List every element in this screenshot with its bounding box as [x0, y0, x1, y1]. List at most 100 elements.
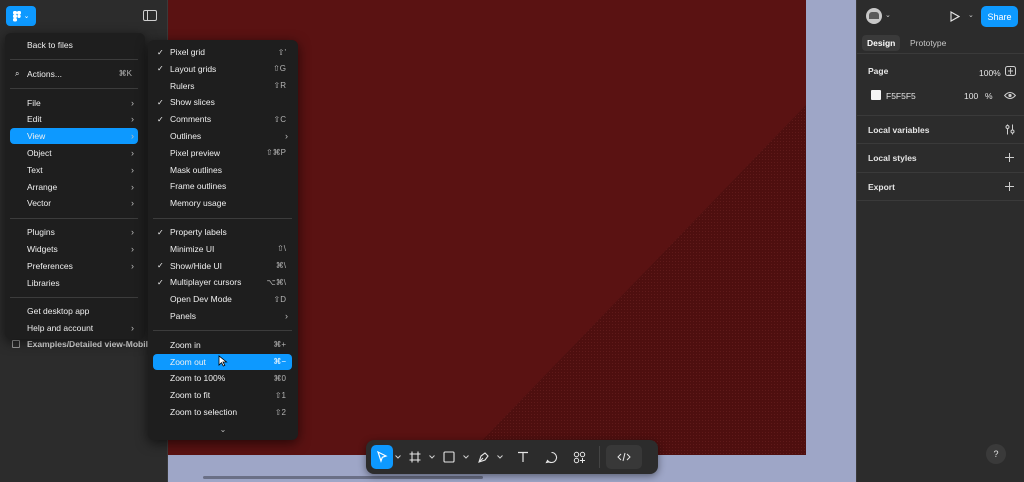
chevron-down-icon[interactable] — [393, 445, 403, 469]
menu-item-label: Libraries — [27, 277, 60, 288]
avatar[interactable] — [866, 8, 882, 24]
main-menu-item-actions[interactable]: ⌕ Actions... ⌘K — [10, 66, 138, 82]
view-menu-item-open-dev-mode[interactable]: Open Dev Mode ⇧D — [153, 291, 292, 307]
horizontal-scrollbar[interactable] — [203, 476, 483, 479]
shortcut-label: ⌥⌘\ — [266, 277, 286, 287]
tab-design[interactable]: Design — [862, 35, 901, 51]
main-menu: Back to files ⌕ Actions... ⌘K File › Edit › View… — [5, 33, 145, 339]
view-menu-item-show-slices[interactable]: ✓ Show slices — [153, 94, 292, 110]
chevron-down-icon[interactable] — [495, 445, 505, 469]
section-title: Page — [868, 66, 889, 76]
rectangle-tool-icon — [443, 451, 455, 463]
checkmark-icon: ✓ — [157, 114, 164, 124]
actions-tool-button[interactable] — [565, 445, 593, 469]
menu-item-label: Preferences — [27, 260, 73, 271]
sidebar-toggle-icon[interactable] — [143, 10, 157, 21]
scroll-more-icon[interactable]: ⌄ — [148, 425, 298, 434]
shape-tool-button[interactable] — [437, 445, 461, 469]
view-menu-item-mask-outlines[interactable]: Mask outlines — [153, 162, 292, 178]
chevron-down-icon[interactable]: ⌄ — [968, 11, 974, 19]
view-menu-item-zoom-to-100[interactable]: Zoom to 100% ⌘0 — [153, 370, 292, 386]
chevron-right-icon: › — [131, 97, 134, 108]
menu-item-label: Show/Hide UI — [170, 260, 222, 271]
view-menu-item-zoom-in[interactable]: Zoom in ⌘+ — [153, 337, 292, 353]
local-styles-section[interactable]: Local styles — [857, 144, 1024, 173]
present-play-icon[interactable] — [950, 11, 960, 22]
dev-mode-icon — [617, 452, 631, 462]
view-menu-item-zoom-to-selection[interactable]: Zoom to selection ⇧2 — [153, 404, 292, 420]
comment-tool-button[interactable] — [537, 445, 565, 469]
variables-settings-icon[interactable] — [1005, 124, 1015, 135]
main-menu-item-widgets[interactable]: Widgets › — [10, 241, 138, 257]
library-icon[interactable] — [1005, 66, 1016, 76]
menu-item-label: Panels — [170, 311, 196, 321]
pen-tool-button[interactable] — [471, 445, 495, 469]
local-variables-section[interactable]: Local variables — [857, 116, 1024, 144]
text-tool-button[interactable] — [509, 445, 537, 469]
view-submenu: ✓ Pixel grid ⇧' ✓ Layout grids ⇧G Rulers ⇧R ✓ Sho… — [148, 40, 298, 440]
chevron-down-icon: ⌄ — [23, 13, 30, 20]
tab-prototype[interactable]: Prototype — [905, 35, 951, 51]
dev-mode-toggle[interactable] — [606, 445, 642, 469]
page-fill-hex[interactable]: F5F5F5 — [886, 91, 916, 101]
export-section[interactable]: Export — [857, 173, 1024, 201]
shortcut-label: ⇧⌘P — [265, 148, 286, 158]
view-menu-item-frame-outlines[interactable]: Frame outlines — [153, 178, 292, 194]
view-menu-item-zoom-to-fit[interactable]: Zoom to fit ⇧1 — [153, 387, 292, 403]
view-menu-item-panels[interactable]: Panels › — [153, 308, 292, 324]
shortcut-label: ⇧' — [277, 47, 286, 57]
view-menu-item-minimize-ui[interactable]: Minimize UI ⇧\ — [153, 241, 292, 257]
main-menu-item-edit[interactable]: Edit › — [10, 111, 138, 127]
chevron-down-icon[interactable] — [461, 445, 471, 469]
main-menu-item-file[interactable]: File › — [10, 95, 138, 111]
view-menu-item-property-labels[interactable]: ✓ Property labels — [153, 224, 292, 240]
share-button[interactable]: Share — [981, 6, 1018, 27]
menu-divider — [10, 88, 138, 90]
add-style-icon[interactable] — [1005, 153, 1014, 162]
percent-label: % — [985, 91, 993, 101]
view-menu-item-show-hide-ui[interactable]: ✓ Show/Hide UI ⌘\ — [153, 258, 292, 274]
menu-item-label: Pixel grid — [170, 47, 205, 57]
add-export-icon[interactable] — [1005, 182, 1014, 191]
main-menu-item-get-desktop-app[interactable]: Get desktop app — [10, 303, 138, 319]
shortcut-label: ⇧\ — [277, 244, 286, 254]
help-button[interactable]: ? — [986, 444, 1006, 464]
view-menu-item-multiplayer-cursors[interactable]: ✓ Multiplayer cursors ⌥⌘\ — [153, 274, 292, 290]
main-menu-item-object[interactable]: Object › — [10, 145, 138, 161]
main-menu-item-view[interactable]: View › — [10, 128, 138, 145]
main-menu-item-arrange[interactable]: Arrange › — [10, 179, 138, 195]
main-menu-item-help-and-account[interactable]: Help and account › — [10, 320, 138, 336]
view-menu-item-memory-usage[interactable]: Memory usage — [153, 195, 292, 211]
menu-item-label: View — [27, 131, 46, 142]
menu-item-label: Rulers — [170, 80, 195, 91]
main-menu-button[interactable]: ⌄ — [6, 6, 36, 26]
main-menu-item-libraries[interactable]: Libraries — [10, 275, 138, 291]
view-menu-item-comments[interactable]: ✓ Comments ⇧C — [153, 111, 292, 127]
chevron-down-icon[interactable]: ⌄ — [885, 11, 891, 19]
checkmark-icon: ✓ — [157, 97, 164, 107]
shortcut-label: ⇧1 — [274, 390, 286, 400]
main-menu-item-preferences[interactable]: Preferences › — [10, 258, 138, 274]
move-tool-button[interactable] — [371, 445, 393, 469]
main-menu-item-vector[interactable]: Vector › — [10, 195, 138, 211]
chevron-right-icon: › — [131, 114, 134, 125]
view-menu-item-outlines[interactable]: Outlines › — [153, 128, 292, 144]
page-fill-opacity[interactable]: 100 — [964, 91, 978, 101]
page-fill-swatch[interactable] — [871, 90, 881, 100]
main-menu-item-back-to-files[interactable]: Back to files — [10, 37, 138, 53]
view-menu-item-pixel-preview[interactable]: Pixel preview ⇧⌘P — [153, 145, 292, 161]
chevron-right-icon: › — [285, 131, 288, 141]
eye-icon[interactable] — [1004, 91, 1016, 100]
view-menu-item-rulers[interactable]: Rulers ⇧R — [153, 78, 292, 94]
view-menu-item-layout-grids[interactable]: ✓ Layout grids ⇧G — [153, 61, 292, 77]
view-menu-item-pixel-grid[interactable]: ✓ Pixel grid ⇧' — [153, 44, 292, 60]
chevron-down-icon[interactable] — [427, 445, 437, 469]
main-menu-item-text[interactable]: Text › — [10, 162, 138, 178]
menu-divider — [10, 296, 138, 298]
layer-item[interactable]: Examples/Detailed view-Mobile — [12, 339, 153, 349]
shortcut-label: ⌘\ — [275, 261, 286, 271]
menu-item-label: Object — [27, 148, 52, 158]
main-menu-item-plugins[interactable]: Plugins › — [10, 224, 138, 240]
frame-tool-button[interactable] — [403, 445, 427, 469]
shortcut-label: ⌘0 — [273, 373, 286, 383]
